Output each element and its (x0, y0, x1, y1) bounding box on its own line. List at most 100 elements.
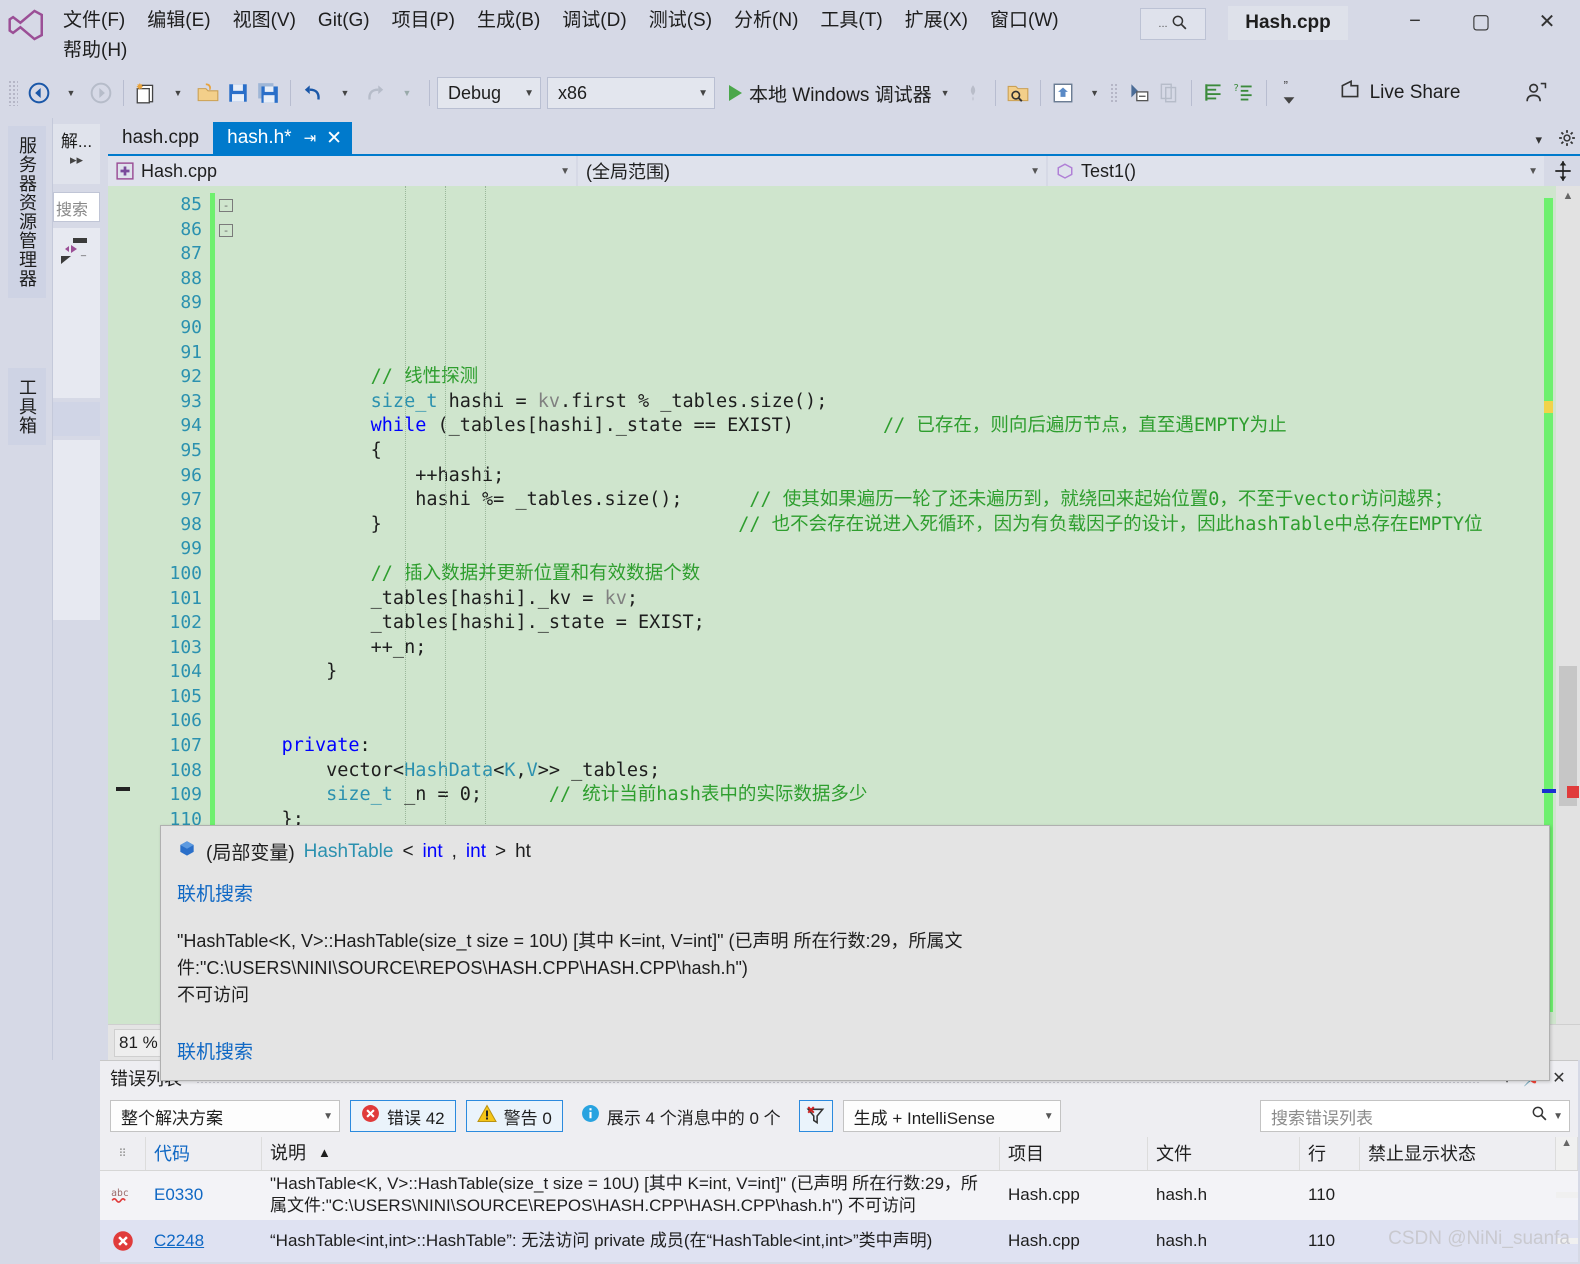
new-file-dropdown[interactable]: ▼ (163, 76, 193, 110)
editor-vertical-scrollbar[interactable]: ▲ (1556, 186, 1580, 1024)
solution-configuration-combo[interactable]: Debug ▼ (437, 77, 541, 109)
solution-platform-combo[interactable]: x86 ▼ (547, 77, 715, 109)
comment-selection-icon[interactable]: ? (1229, 76, 1259, 110)
menu-git[interactable]: Git(G) (307, 6, 381, 36)
account-manager-icon[interactable] (1520, 76, 1552, 110)
clear-filter-button[interactable] (798, 1100, 833, 1132)
errors-filter-button[interactable]: 错误 42 (350, 1100, 456, 1132)
code-line[interactable] (237, 537, 1542, 562)
undo-dropdown[interactable]: ▼ (330, 76, 360, 110)
start-debugging-button[interactable]: 本地 Windows 调试器 ▼ (721, 76, 958, 110)
toolbar-grip-2[interactable] (1109, 83, 1118, 103)
menu-tools[interactable]: 工具(T) (809, 6, 893, 36)
column-header-suppression[interactable]: 禁止显示状态 (1360, 1137, 1556, 1170)
navigate-back-dropdown[interactable]: ▼ (56, 76, 86, 110)
navbar-scope-combo[interactable]: (全局范围) ▼ (578, 156, 1048, 186)
warnings-filter-button[interactable]: 警告 0 (465, 1100, 563, 1132)
code-line[interactable]: size_t _n = 0; // 统计当前hash表中的实际数据多少 (237, 783, 1542, 808)
column-header-file[interactable]: 文件 (1148, 1137, 1300, 1170)
navigate-back-icon[interactable] (24, 76, 54, 110)
column-header-project[interactable]: 项目 (1000, 1137, 1148, 1170)
redo-icon[interactable] (360, 76, 390, 110)
undo-icon[interactable] (298, 76, 328, 110)
column-header-code[interactable]: 代码 (146, 1137, 262, 1170)
code-line[interactable]: vector<HashData<K,V>> _tables; (237, 759, 1542, 784)
pin-icon[interactable]: ⇥ (304, 129, 317, 147)
menu-view[interactable]: 视图(V) (222, 6, 307, 36)
solution-explorer-icon[interactable] (1048, 76, 1078, 110)
quick-launch-search[interactable]: ... (1140, 8, 1206, 40)
menu-build[interactable]: 生成(B) (466, 6, 551, 36)
code-line[interactable]: _tables[hashi]._kv = kv; (237, 587, 1542, 612)
menu-project[interactable]: 项目(P) (381, 6, 466, 36)
panel-splitter[interactable] (53, 402, 100, 436)
menu-help[interactable]: 帮助(H) (52, 36, 138, 66)
menu-file[interactable]: 文件(F) (52, 6, 136, 36)
outlining-toggle[interactable]: - (215, 193, 237, 218)
error-source-combo[interactable]: 生成 + IntelliSense ▼ (842, 1100, 1061, 1132)
gear-icon[interactable] (1558, 129, 1576, 150)
close-tab-icon[interactable]: ✕ (326, 127, 342, 150)
sidebar-item-toolbox[interactable]: 工具箱 (8, 368, 46, 445)
menu-window[interactable]: 窗口(W) (979, 6, 1070, 36)
code-line[interactable]: size_t hashi = kv.first % _tables.size()… (237, 390, 1542, 415)
menu-extensions[interactable]: 扩展(X) (894, 6, 979, 36)
tab-hash-cpp[interactable]: hash.cpp (108, 122, 214, 154)
code-line[interactable]: _tables[hashi]._state = EXIST; (237, 611, 1542, 636)
maximize-icon[interactable]: ▢ (1448, 0, 1514, 42)
column-header-line[interactable]: 行 (1300, 1137, 1360, 1170)
solution-explorer-tree[interactable]: _ (53, 228, 100, 398)
table-row[interactable]: C2248 “HashTable<int,int>::HashTable”: 无… (100, 1220, 1578, 1262)
breakpoint-margin[interactable] (108, 186, 142, 1024)
properties-window-icon[interactable] (1124, 76, 1154, 110)
error-scope-combo[interactable]: 整个解决方案 ▼ (110, 1100, 340, 1132)
redo-dropdown[interactable]: ▼ (392, 76, 422, 110)
code-line[interactable] (237, 341, 1542, 366)
outlining-toggle[interactable]: - (215, 218, 237, 243)
code-line[interactable]: hashi %= _tables.size(); // 使其如果遍历一轮了还未遍… (237, 488, 1542, 513)
code-line[interactable] (237, 316, 1542, 341)
code-line[interactable]: while (_tables[hashi]._state == EXIST) /… (237, 414, 1542, 439)
code-line[interactable]: } // 也不会存在说进入死循环，因为有负载因子的设计，因此hashTable中… (237, 513, 1542, 538)
hot-reload-icon[interactable] (958, 76, 988, 110)
table-row[interactable]: abc E0330 "HashTable<K, V>::HashTable(si… (100, 1170, 1578, 1220)
format-document-icon[interactable] (1199, 76, 1229, 110)
code-line[interactable]: { (237, 439, 1542, 464)
navigate-forward-icon[interactable] (86, 76, 116, 110)
row-code[interactable]: E0330 (146, 1182, 262, 1208)
save-all-icon[interactable] (253, 76, 283, 110)
code-line[interactable] (237, 709, 1542, 734)
code-line[interactable]: ++hashi; (237, 464, 1542, 489)
menu-edit[interactable]: 编辑(E) (136, 6, 221, 36)
messages-filter-button[interactable]: 展示 4 个消息中的 0 个 (573, 1100, 789, 1132)
close-icon[interactable]: ✕ (1514, 0, 1580, 42)
solution-explorer-header[interactable]: 解... ▸▸ (53, 124, 100, 184)
menu-debug[interactable]: 调试(D) (551, 6, 637, 36)
find-in-files-icon[interactable] (1003, 76, 1033, 110)
minimize-icon[interactable]: − (1382, 0, 1448, 42)
code-line[interactable]: } (237, 660, 1542, 685)
online-search-link-bottom[interactable]: 联机搜索 (177, 1037, 1533, 1064)
code-line[interactable] (237, 685, 1542, 710)
code-line[interactable]: // 线性探测 (237, 365, 1542, 390)
chevron-down-icon[interactable]: ▼ (1553, 1111, 1563, 1122)
column-header-description[interactable]: 说明 ▲ (262, 1137, 1000, 1170)
live-share-button[interactable]: Live Share (1338, 78, 1460, 108)
row-code[interactable]: C2248 (146, 1228, 262, 1254)
open-file-icon[interactable] (193, 76, 223, 110)
code-line[interactable]: // 插入数据并更新位置和有效数据个数 (237, 562, 1542, 587)
toolbox-window-icon[interactable] (1154, 76, 1184, 110)
chevron-right-icon[interactable]: ▸▸ (57, 152, 96, 168)
split-view-icon[interactable] (1546, 156, 1580, 186)
solution-explorer-search[interactable]: 搜索 (53, 192, 100, 222)
tab-hash-h[interactable]: hash.h* ⇥ ✕ (213, 122, 353, 154)
grid-scroll-up-arrow[interactable]: ▲ (1556, 1137, 1578, 1170)
menu-analyze[interactable]: 分析(N) (723, 6, 809, 36)
error-list-search[interactable]: 搜索错误列表 ▼ (1260, 1100, 1570, 1132)
overflow-icon[interactable]: ” (1274, 76, 1304, 110)
toolbar-grip[interactable] (8, 80, 18, 106)
solution-explorer-dropdown[interactable]: ▼ (1080, 76, 1110, 110)
navbar-member-combo[interactable]: Test1() ▼ (1048, 156, 1546, 186)
code-line[interactable]: ++_n; (237, 636, 1542, 661)
save-icon[interactable] (223, 76, 253, 110)
